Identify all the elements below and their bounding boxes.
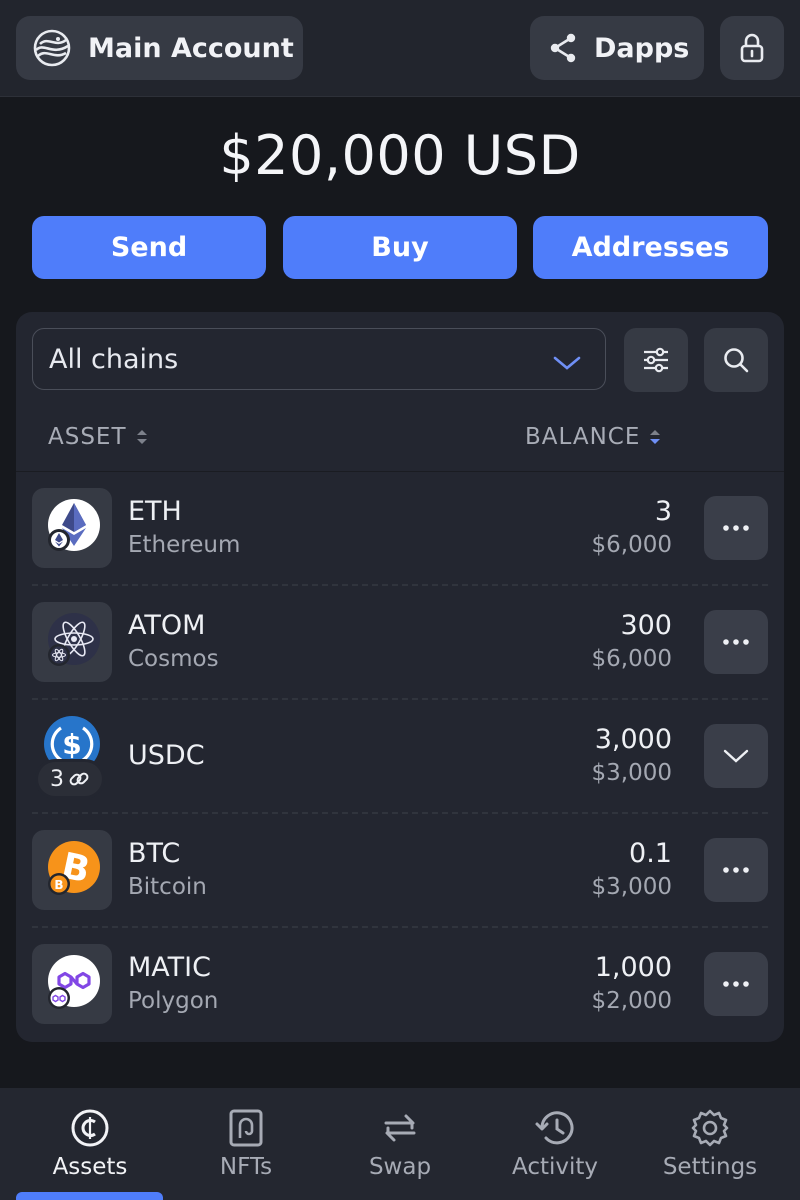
asset-amount: 3 [654, 496, 672, 527]
chevron-down-icon [723, 749, 749, 763]
sliders-icon [642, 347, 670, 373]
asset-row-btc[interactable]: B B BTC Bitcoin 0.1 $3,000 [16, 814, 784, 928]
sort-icon [127, 428, 149, 446]
asset-usd-value: $6,000 [591, 646, 672, 672]
asset-column-label: ASSET [48, 424, 127, 450]
lock-icon [739, 32, 765, 64]
asset-usd-value: $3,000 [591, 760, 672, 786]
search-icon [722, 346, 750, 374]
asset-options-button[interactable] [704, 952, 768, 1016]
chain-select-value: All chains [49, 343, 179, 375]
nav-label-assets: Assets [52, 1154, 128, 1180]
asset-network: Bitcoin [128, 874, 207, 900]
asset-usd-value: $6,000 [591, 532, 672, 558]
asset-symbol: ATOM [128, 610, 206, 641]
sort-desc-icon [640, 428, 662, 446]
chain-count-value: 3 [50, 766, 64, 792]
active-tab-indicator [16, 1192, 163, 1200]
nav-tab-swap[interactable]: Swap [320, 1088, 480, 1200]
asset-symbol: MATIC [128, 952, 211, 983]
nav-label-swap: Swap [368, 1154, 432, 1180]
more-horizontal-icon [723, 867, 749, 873]
asset-amount: 1,000 [594, 952, 672, 983]
nav-label-nfts: NFTs [219, 1154, 273, 1180]
nav-label-activity: Activity [511, 1154, 598, 1180]
nav-label-settings: Settings [662, 1154, 758, 1180]
asset-amount: 300 [620, 610, 672, 641]
account-selector-button[interactable]: Main Account [16, 16, 303, 80]
gear-icon [690, 1108, 730, 1148]
more-horizontal-icon [723, 981, 749, 987]
filter-button[interactable] [624, 328, 688, 392]
bottom-navigation: Assets NFTs Swap Activity Settings [0, 1088, 800, 1200]
coin-icon [70, 1108, 110, 1148]
swap-icon [382, 1108, 418, 1148]
asset-row-usdc[interactable]: $ 3 USDC 3,000 $3,000 [16, 700, 784, 814]
expand-chains-button[interactable] [704, 724, 768, 788]
nft-icon [228, 1108, 264, 1148]
asset-network: Ethereum [128, 532, 241, 558]
svg-text:B: B [54, 878, 63, 892]
nav-tab-settings[interactable]: Settings [630, 1088, 790, 1200]
asset-options-button[interactable] [704, 610, 768, 674]
asset-symbol: ETH [128, 496, 182, 527]
asset-row-atom[interactable]: ATOM Cosmos 300 $6,000 [16, 586, 784, 700]
asset-network: Polygon [128, 988, 219, 1014]
asset-symbol: BTC [128, 838, 181, 869]
balance-column-label: BALANCE [525, 424, 641, 450]
send-button[interactable]: Send [32, 216, 266, 279]
total-balance: $20,000 USD [219, 124, 581, 187]
asset-column-header[interactable]: ASSET [48, 424, 149, 450]
more-horizontal-icon [723, 525, 749, 531]
link-icon [64, 768, 90, 790]
assets-panel: All chains ASSET BALANCE ETH Ethereum 3 … [16, 312, 784, 1042]
asset-options-button[interactable] [704, 838, 768, 902]
asset-row-matic[interactable]: MATIC Polygon 1,000 $2,000 [16, 928, 784, 1042]
chevron-down-icon [553, 347, 581, 378]
more-horizontal-icon [723, 639, 749, 645]
matic-token-icon [32, 944, 112, 1024]
nav-tab-activity[interactable]: Activity [475, 1088, 635, 1200]
dapps-label: Dapps [594, 32, 690, 64]
asset-options-button[interactable] [704, 496, 768, 560]
share-icon [548, 32, 578, 64]
asset-symbol: USDC [128, 740, 205, 771]
btc-token-icon: B B [32, 830, 112, 910]
dapps-button[interactable]: Dapps [530, 16, 704, 80]
chain-select[interactable]: All chains [32, 328, 606, 390]
chain-count-badge[interactable]: 3 [38, 762, 102, 796]
lock-button[interactable] [720, 16, 784, 80]
account-name: Main Account [88, 32, 294, 64]
search-button[interactable] [704, 328, 768, 392]
asset-network: Cosmos [128, 646, 219, 672]
buy-button[interactable]: Buy [283, 216, 517, 279]
addresses-button[interactable]: Addresses [533, 216, 768, 279]
top-bar: Main Account Dapps [0, 0, 800, 97]
wave-logo-icon [30, 26, 74, 70]
asset-row-eth[interactable]: ETH Ethereum 3 $6,000 [16, 472, 784, 586]
nav-tab-assets[interactable]: Assets [10, 1088, 170, 1200]
svg-text:$: $ [62, 728, 81, 761]
history-icon [534, 1108, 576, 1148]
atom-token-icon [32, 602, 112, 682]
asset-amount: 3,000 [594, 724, 672, 755]
asset-amount: 0.1 [629, 838, 672, 869]
balance-column-header[interactable]: BALANCE [525, 424, 662, 450]
eth-token-icon [32, 488, 112, 568]
asset-usd-value: $2,000 [591, 988, 672, 1014]
asset-usd-value: $3,000 [591, 874, 672, 900]
nav-tab-nfts[interactable]: NFTs [166, 1088, 326, 1200]
